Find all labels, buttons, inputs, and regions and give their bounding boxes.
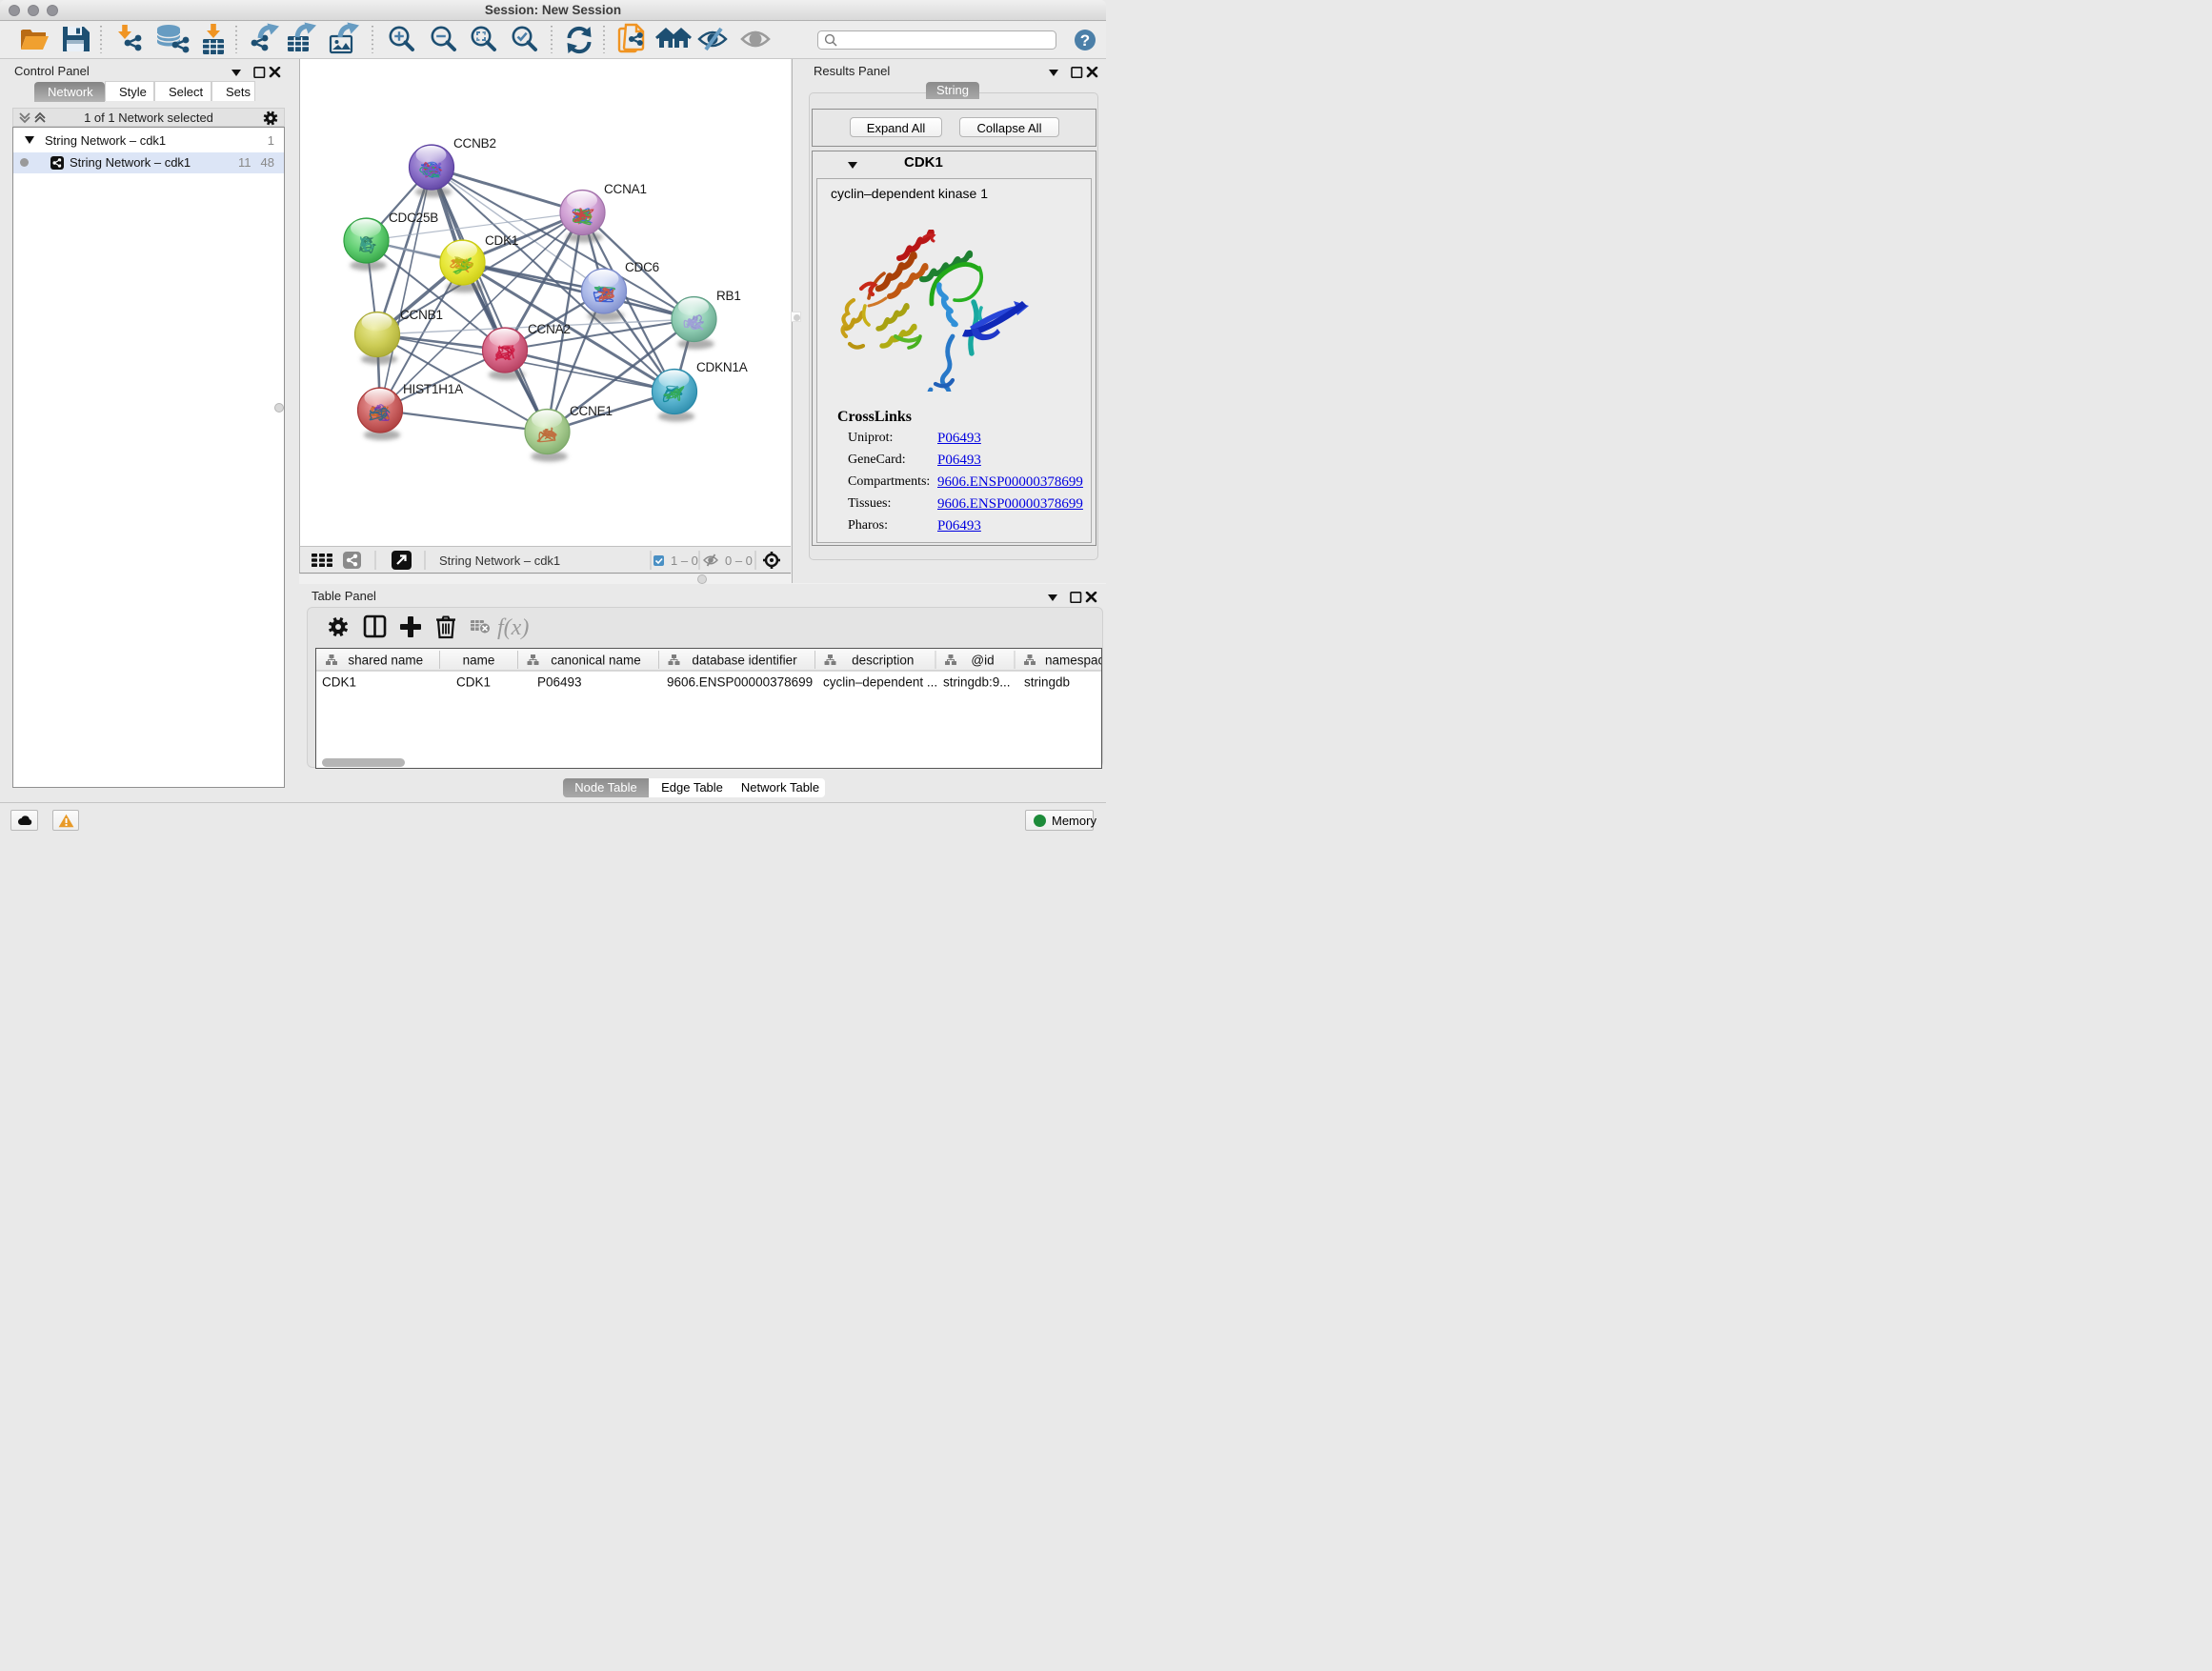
svg-text:CCNB2: CCNB2 [453, 136, 496, 151]
svg-text:CDK1: CDK1 [485, 233, 518, 248]
svg-text:shared name: shared name [348, 654, 423, 668]
svg-text:9606.ENSP00000378699: 9606.ENSP00000378699 [667, 675, 813, 690]
svg-text:description: description [852, 654, 914, 668]
svg-text:database identifier: database identifier [692, 654, 797, 668]
svg-text:CDK1: CDK1 [456, 675, 491, 690]
svg-text:cyclin–dependent ...: cyclin–dependent ... [823, 675, 937, 690]
svg-text:String Network – cdk1: String Network – cdk1 [439, 554, 560, 568]
svg-text:CCNA1: CCNA1 [604, 182, 647, 196]
svg-text:?: ? [1080, 31, 1090, 50]
svg-text:CDC6: CDC6 [625, 260, 659, 274]
svg-text:CDK1: CDK1 [322, 675, 356, 690]
svg-text:stringdb: stringdb [1024, 675, 1070, 690]
svg-text:CCNA2: CCNA2 [528, 322, 571, 336]
svg-text:RB1: RB1 [716, 289, 741, 303]
svg-text:0 – 0: 0 – 0 [725, 554, 753, 568]
svg-text:name: name [463, 654, 495, 668]
svg-text:HIST1H1A: HIST1H1A [403, 382, 463, 396]
svg-text:CDKN1A: CDKN1A [696, 360, 748, 374]
svg-text:f(x): f(x) [497, 615, 529, 640]
svg-text:CCNE1: CCNE1 [570, 404, 613, 418]
svg-text:CCNB1: CCNB1 [400, 308, 443, 322]
svg-text:stringdb:9...: stringdb:9... [943, 675, 1011, 690]
svg-text:@id: @id [971, 654, 994, 668]
svg-text:CDC25B: CDC25B [389, 211, 438, 225]
svg-text:P06493: P06493 [537, 675, 582, 690]
svg-text:1 – 0: 1 – 0 [671, 554, 698, 568]
svg-text:canonical name: canonical name [551, 654, 641, 668]
svg-text:namespace: namespace [1045, 654, 1101, 668]
